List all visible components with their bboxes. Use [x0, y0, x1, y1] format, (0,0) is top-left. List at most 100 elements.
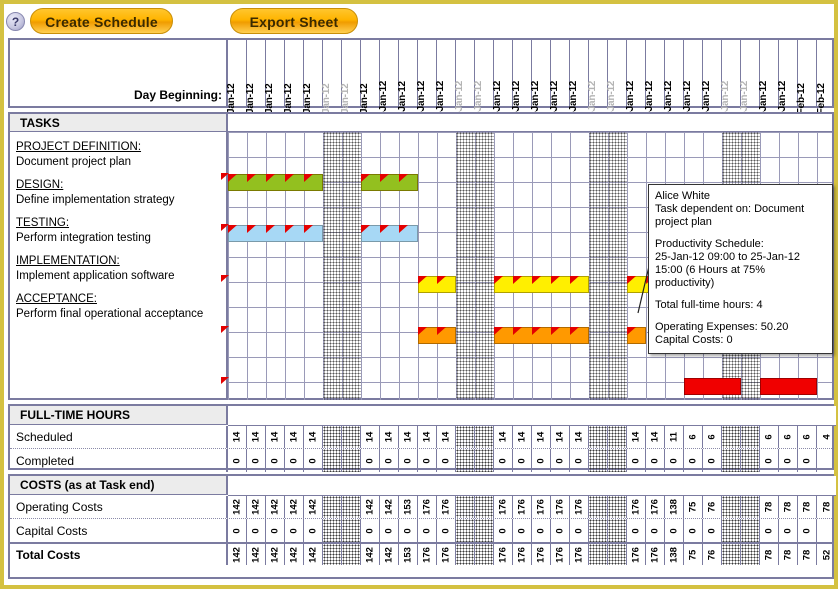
value-cell: 78	[760, 496, 779, 518]
value-cell: 0	[418, 519, 437, 542]
cell-value: 0	[763, 527, 775, 534]
cell-value: 0	[288, 457, 300, 464]
tasks-header-spacer	[228, 114, 832, 132]
value-cell: 0	[532, 519, 551, 542]
value-cell	[741, 544, 760, 565]
value-cell: 176	[646, 496, 665, 518]
value-cell: 176	[551, 544, 570, 565]
gantt-bar[interactable]	[627, 327, 646, 344]
task-group-heading: ACCEPTANCE:	[16, 293, 97, 305]
tooltip-capital-costs: Capital Costs: 0	[655, 334, 733, 346]
value-cell	[323, 544, 342, 565]
task-group-heading: IMPLEMENTATION:	[16, 255, 120, 267]
header-spacer-cell	[817, 476, 836, 495]
gantt-bar[interactable]	[494, 327, 589, 344]
gantt-bar[interactable]	[361, 225, 418, 242]
cell-value: 176	[630, 499, 642, 515]
value-cell: 0	[399, 449, 418, 472]
date-column-header: 1-Feb-12	[796, 40, 817, 123]
cell-value: 6	[782, 434, 794, 440]
value-cell: 142	[380, 496, 399, 518]
header-spacer-cell	[703, 406, 722, 425]
value-cell: 0	[779, 519, 798, 542]
header-spacer-cell	[437, 406, 456, 425]
gantt-bar[interactable]	[418, 276, 456, 293]
value-cell	[722, 544, 741, 565]
value-cell: 0	[779, 449, 798, 472]
value-cell: 0	[266, 449, 285, 472]
header-spacer-cell	[399, 476, 418, 495]
value-cell	[589, 519, 608, 542]
help-icon[interactable]: ?	[6, 12, 25, 31]
value-cell: 0	[228, 519, 247, 542]
gantt-bar[interactable]	[494, 276, 589, 293]
cell-value: 0	[668, 527, 680, 534]
header-spacer-cell	[361, 406, 380, 425]
header-spacer-cell	[247, 476, 266, 495]
row-label: Total Costs	[10, 544, 228, 565]
gantt-bar[interactable]	[228, 225, 323, 242]
cell-value: 0	[497, 527, 509, 534]
header-spacer-cell	[627, 476, 646, 495]
row-label: Completed	[10, 449, 228, 472]
cell-value: 0	[440, 527, 452, 534]
cell-value: 0	[307, 527, 319, 534]
cell-value: 78	[801, 549, 813, 560]
gantt-bar[interactable]	[760, 378, 817, 395]
header-spacer-cell	[532, 406, 551, 425]
cell-value: 142	[364, 499, 376, 515]
cell-value: 0	[288, 527, 300, 534]
value-cell	[475, 426, 494, 448]
value-cell: 142	[247, 496, 266, 518]
header-spacer-cell	[266, 476, 285, 495]
header-spacer-cell	[304, 476, 323, 495]
value-cell	[323, 449, 342, 472]
value-cell	[475, 496, 494, 518]
task-group-heading: PROJECT DEFINITION:	[16, 141, 142, 153]
row-value-cells: 00000000000000000000000	[228, 449, 836, 472]
value-cell: 176	[551, 496, 570, 518]
cell-value: 0	[364, 457, 376, 464]
value-cell: 78	[817, 496, 836, 518]
value-cell	[456, 544, 475, 565]
gantt-bar[interactable]	[418, 327, 456, 344]
value-cell	[323, 426, 342, 448]
value-cell	[722, 449, 741, 472]
tooltip-person: Alice White	[655, 190, 711, 202]
value-cell: 0	[760, 449, 779, 472]
cell-value: 75	[687, 501, 699, 513]
cell-value: 14	[231, 431, 243, 443]
value-cell: 153	[399, 496, 418, 518]
cell-value: 14	[554, 431, 566, 443]
row-value-cells: 14 14 14 14 14 14 14 14 14 14 14 14 14 14 14 14 14 11 6 6 6 6…	[228, 426, 836, 448]
cell-value: 0	[250, 457, 262, 464]
cell-value: 0	[554, 527, 566, 534]
cell-value: 142	[307, 546, 319, 563]
export-sheet-button[interactable]: Export Sheet	[230, 8, 358, 34]
header-spacer-cell	[817, 406, 836, 425]
cell-value: 0	[364, 527, 376, 534]
value-cell: 0	[418, 449, 437, 472]
gantt-bar[interactable]	[228, 174, 323, 191]
gantt-bar[interactable]	[361, 174, 418, 191]
cell-value: 176	[421, 499, 433, 515]
value-cell: 176	[494, 496, 513, 518]
header-spacer-cell	[589, 476, 608, 495]
header-spacer-cell	[361, 476, 380, 495]
cell-value: 0	[687, 527, 699, 534]
value-cell: 0	[703, 519, 722, 542]
value-cell: 0	[665, 519, 684, 542]
header-spacer-cell	[323, 406, 342, 425]
value-cell: 0	[760, 519, 779, 542]
value-cell	[342, 544, 361, 565]
value-cell	[722, 496, 741, 518]
header-spacer-cell	[418, 406, 437, 425]
gantt-bar[interactable]	[684, 378, 741, 395]
value-cell: 0	[361, 449, 380, 472]
header-spacer-cell	[684, 476, 703, 495]
header-spacer-cell	[608, 406, 627, 425]
cell-value: 176	[497, 546, 509, 563]
data-row: Capital Costs 0 0 0 0 0 0 0 0 0 0 0 0 0 0 0 0 0 0 0 0 0 0 0	[10, 519, 832, 542]
value-cell	[323, 519, 342, 542]
create-schedule-button[interactable]: Create Schedule	[30, 8, 173, 34]
